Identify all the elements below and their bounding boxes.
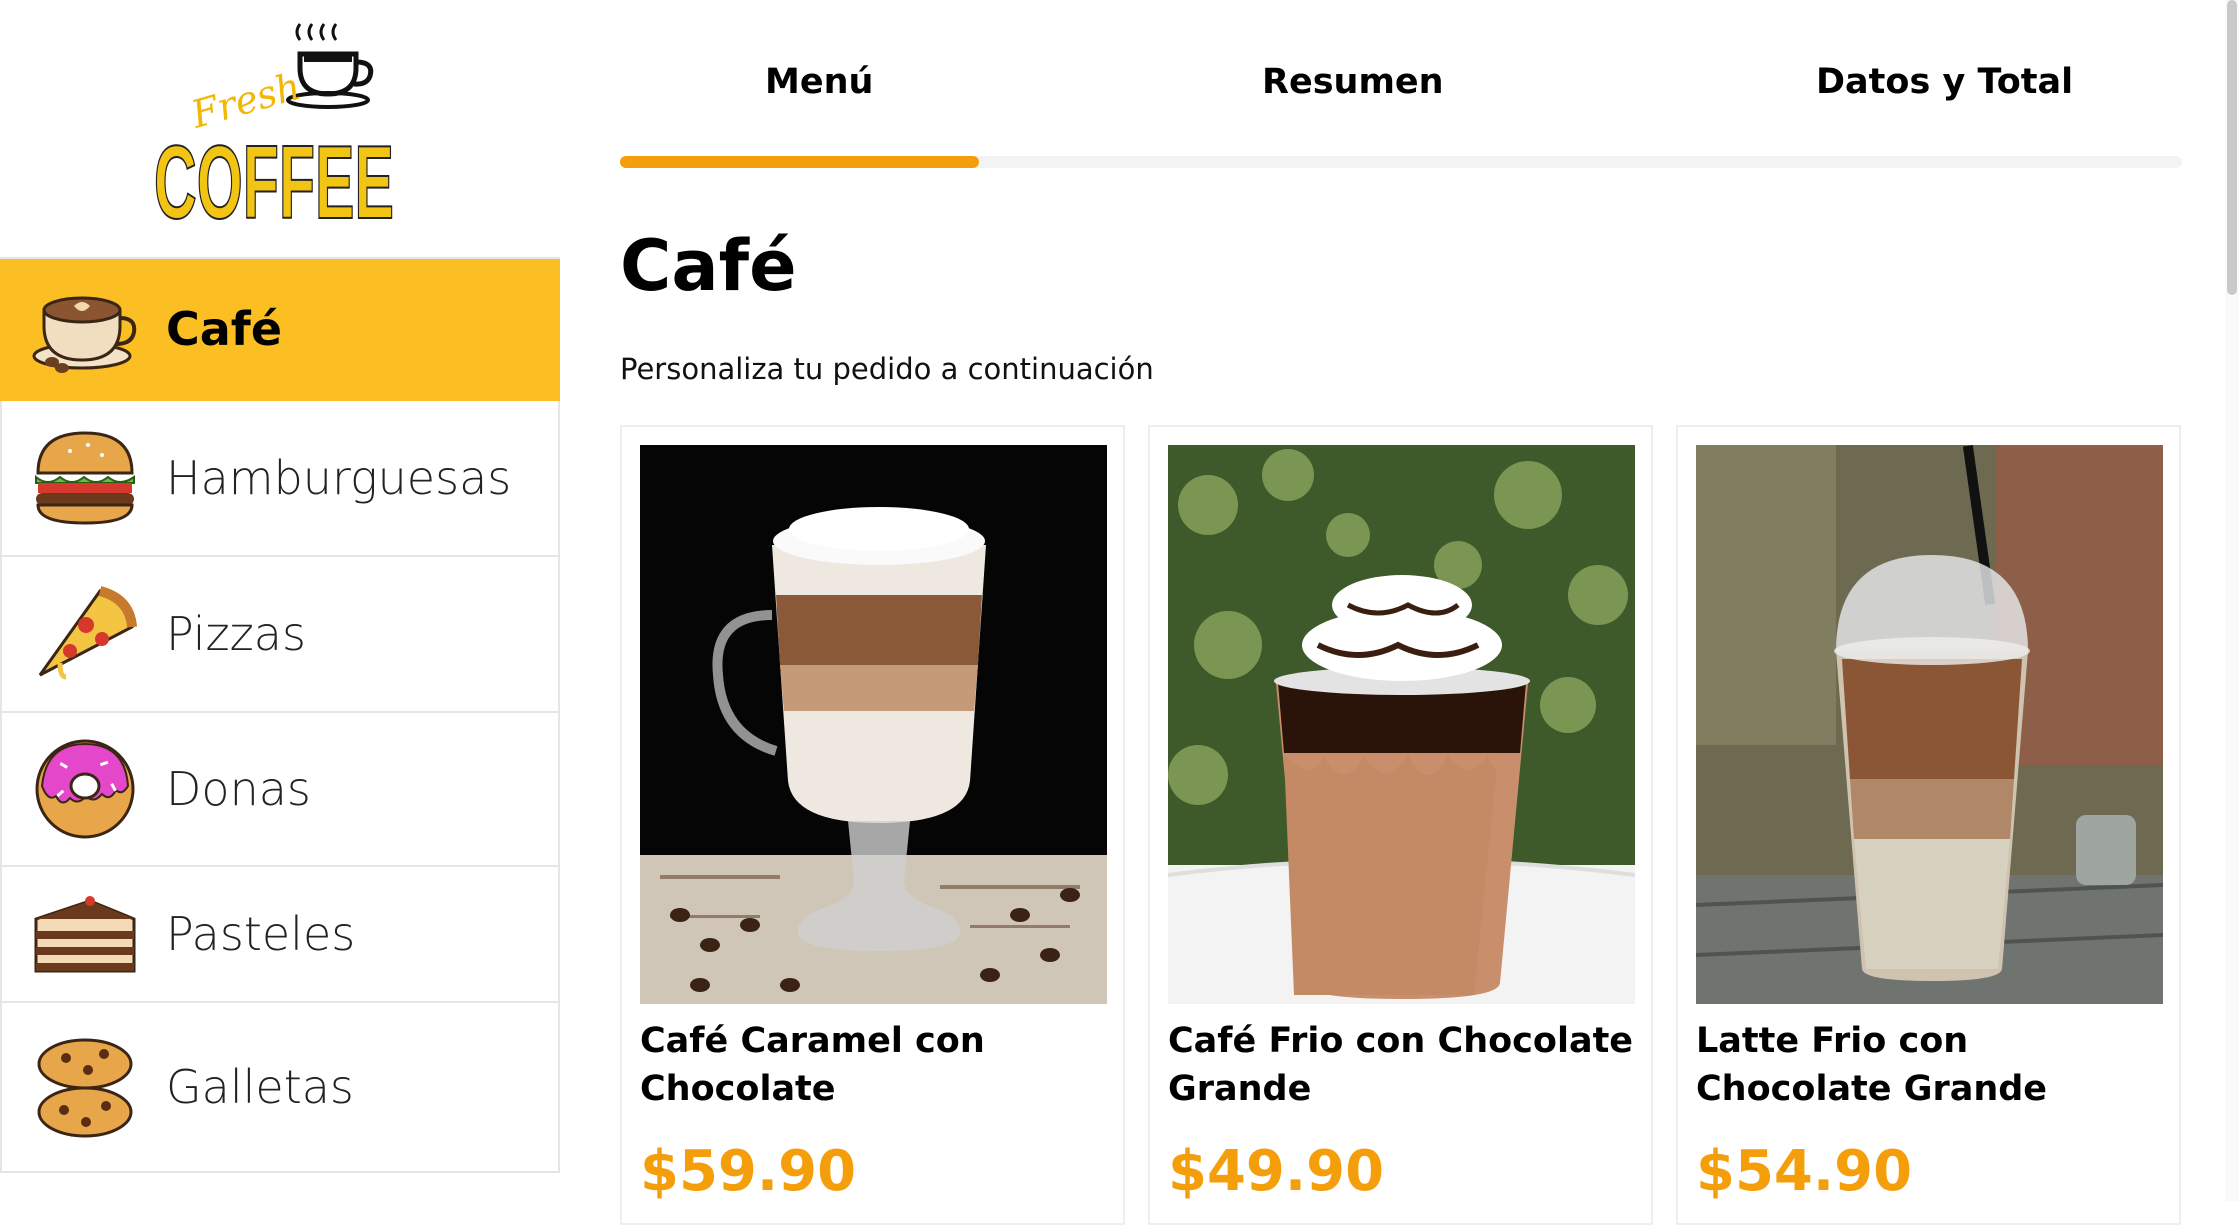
page-title: Café	[620, 225, 797, 307]
product-price: $54.90	[1696, 1139, 1913, 1204]
product-card[interactable]: Latte Frio con Chocolate Grande $54.90	[1676, 425, 2181, 1225]
scrollbar[interactable]	[2225, 0, 2239, 1201]
category-item-pasteles[interactable]: Pasteles	[0, 867, 560, 1003]
page-subtitle: Personaliza tu pedido a continuación	[620, 352, 1154, 386]
tab-resumen[interactable]: Resumen	[1262, 62, 1444, 102]
cookie-icon	[30, 1032, 140, 1142]
order-steps: Menú Resumen Datos y Total	[620, 0, 2182, 170]
category-item-cafe[interactable]: Café	[0, 259, 560, 401]
progress-fill	[620, 156, 980, 168]
fresh-coffee-logo[interactable]: Fresh COFFEE	[150, 18, 410, 242]
progress-track	[620, 156, 2182, 168]
burger-icon	[30, 423, 140, 533]
pizza-icon	[30, 579, 140, 689]
product-image-caramel-coffee[interactable]	[640, 445, 1107, 1004]
category-item-pizzas[interactable]: Pizzas	[0, 557, 560, 713]
category-label: Hamburguesas	[166, 451, 512, 505]
category-item-galletas[interactable]: Galletas	[0, 1003, 560, 1173]
category-item-donas[interactable]: Donas	[0, 713, 560, 867]
category-item-hamburguesas[interactable]: Hamburguesas	[0, 401, 560, 557]
product-price: $49.90	[1168, 1139, 1385, 1204]
category-label: Galletas	[166, 1060, 354, 1114]
tab-datos-y-total[interactable]: Datos y Total	[1816, 62, 2073, 102]
coffee-cup-icon	[30, 274, 140, 384]
category-list: Café Hamburguesas Pizzas Donas Pasteles …	[0, 257, 560, 1173]
category-label: Donas	[166, 762, 311, 816]
cake-icon	[30, 879, 140, 989]
category-label: Pasteles	[166, 907, 356, 961]
product-grid: Café Caramel con Chocolate $59.90 Café F…	[620, 425, 2182, 1225]
category-label: Café	[166, 302, 283, 356]
tab-menu[interactable]: Menú	[765, 62, 873, 102]
svg-text:COFFEE: COFFEE	[154, 125, 394, 232]
scrollbar-thumb[interactable]	[2227, 0, 2237, 295]
product-image-latte-frio[interactable]	[1696, 445, 2163, 1004]
product-name: Café Frio con Chocolate Grande	[1168, 1021, 1634, 1109]
product-price: $59.90	[640, 1139, 857, 1204]
category-label: Pizzas	[166, 607, 306, 661]
sidebar: Fresh COFFEE Café Hamburguesas Pizzas Do…	[0, 0, 560, 1201]
product-card[interactable]: Café Caramel con Chocolate $59.90	[620, 425, 1125, 1225]
product-card[interactable]: Café Frio con Chocolate Grande $49.90	[1148, 425, 1653, 1225]
donut-icon	[30, 734, 140, 844]
product-image-frio-chocolate[interactable]	[1168, 445, 1635, 1004]
product-name: Café Caramel con Chocolate	[640, 1021, 985, 1109]
product-name: Latte Frio con Chocolate Grande	[1696, 1021, 2048, 1109]
